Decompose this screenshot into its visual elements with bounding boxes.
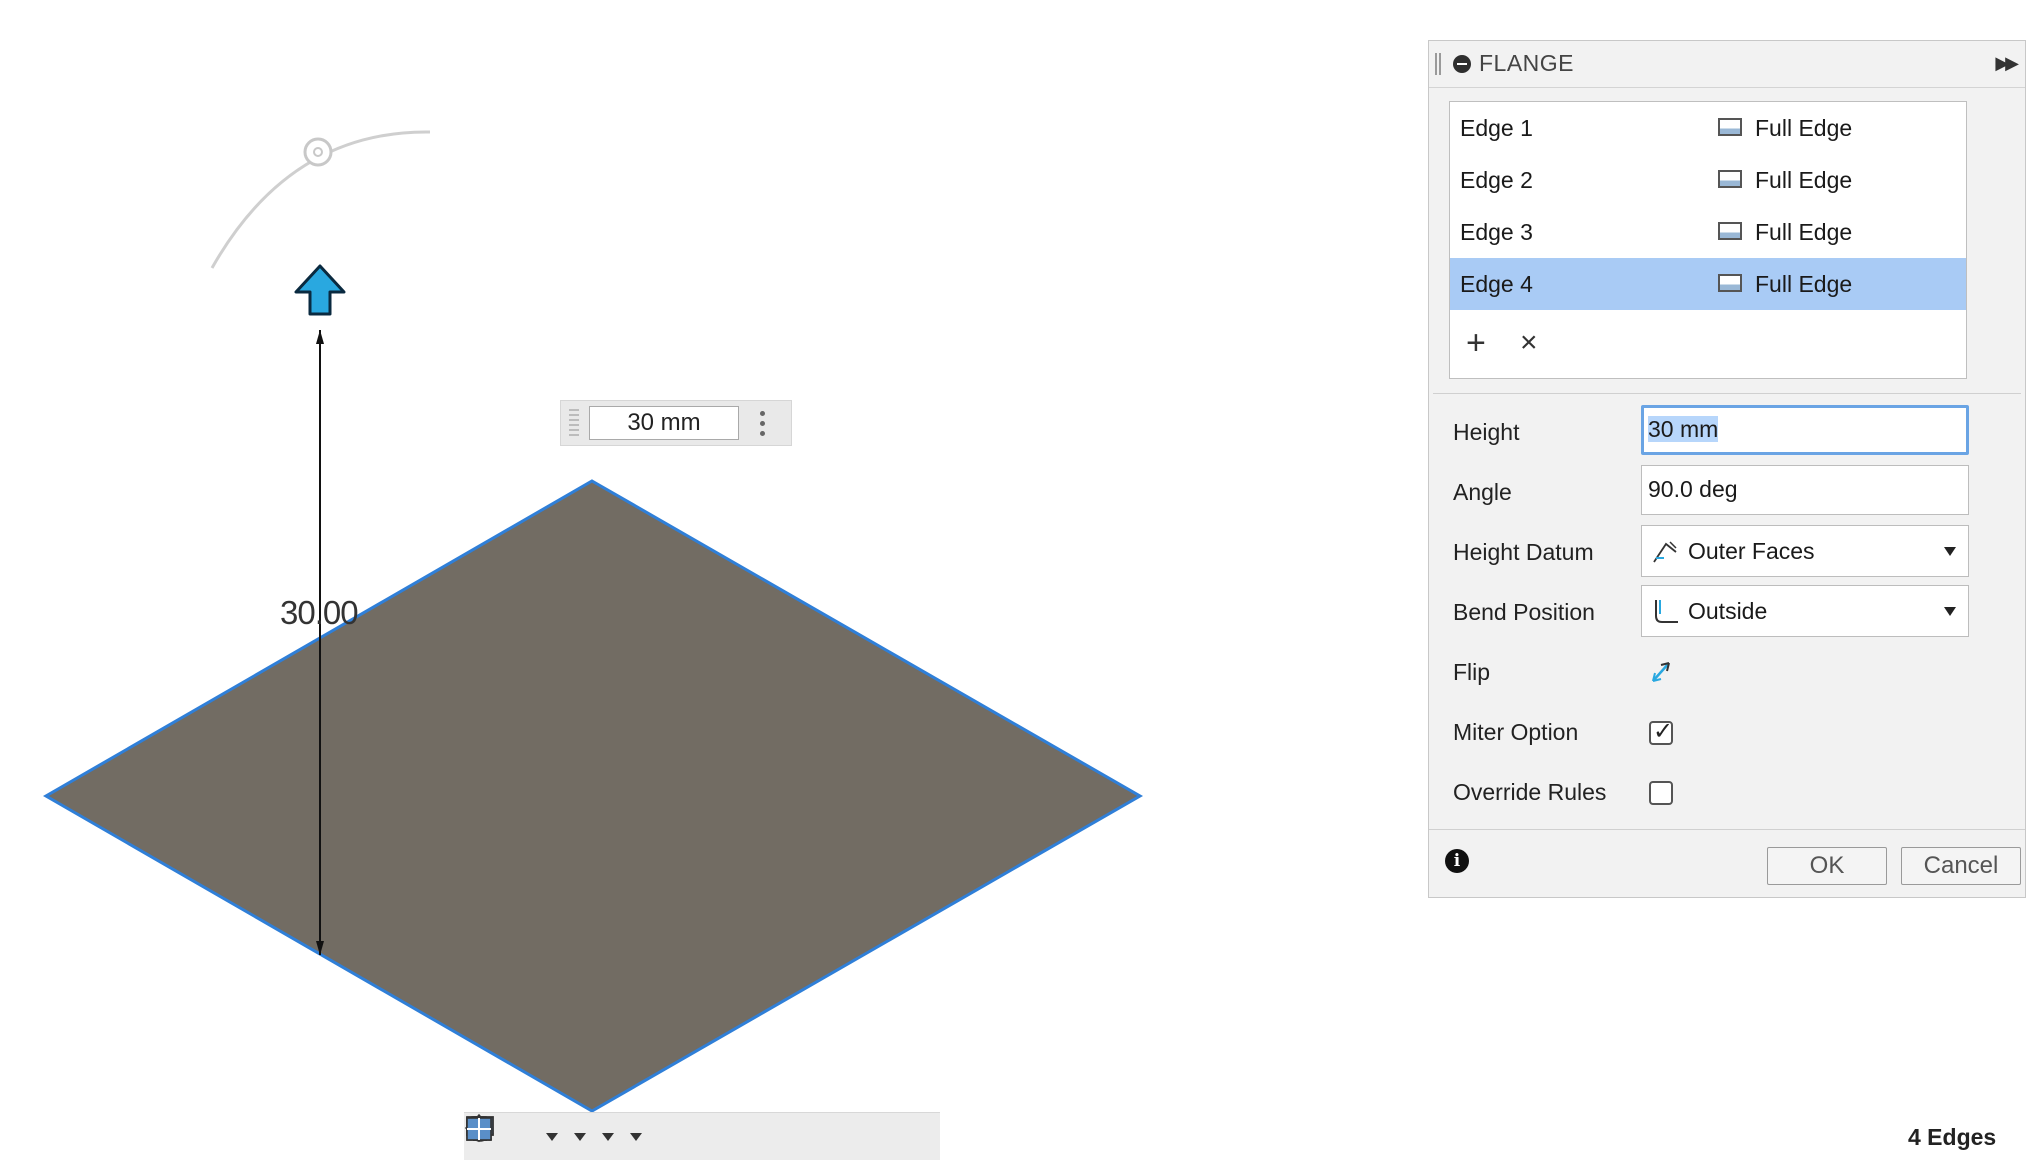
edge-type[interactable]: Full Edge bbox=[1755, 219, 1852, 246]
edge-selection-list: Edge 1 Full Edge Edge 2 Full Edge Edge 3… bbox=[1449, 101, 1967, 379]
flange-dialog: FLANGE ▶▶ Edge 1 Full Edge Edge 2 Full E… bbox=[1428, 40, 2026, 898]
miter-option-checkbox[interactable] bbox=[1649, 717, 1673, 746]
full-edge-icon bbox=[1718, 170, 1742, 188]
bend-position-select[interactable]: Outside bbox=[1641, 585, 1969, 637]
edge-row-selected[interactable]: Edge 4 Full Edge bbox=[1450, 258, 1966, 310]
angle-label: Angle bbox=[1453, 479, 1512, 505]
display-settings-button[interactable] bbox=[466, 1116, 590, 1157]
height-datum-value: Outer Faces bbox=[1688, 538, 1815, 564]
bend-position-value: Outside bbox=[1688, 598, 1768, 624]
full-edge-icon bbox=[1718, 118, 1742, 136]
edge-row[interactable]: Edge 1 Full Edge bbox=[1450, 102, 1966, 154]
dimension-input[interactable]: 30 mm bbox=[589, 406, 739, 440]
height-datum-select[interactable]: Outer Faces bbox=[1641, 525, 1969, 577]
drag-grip[interactable] bbox=[569, 409, 579, 439]
angle-input[interactable]: 90.0 deg bbox=[1641, 465, 1969, 515]
look-at-button[interactable] bbox=[467, 1116, 510, 1157]
divider bbox=[1433, 393, 2021, 394]
footer-divider bbox=[1429, 829, 2025, 830]
outside-bend-icon bbox=[1655, 600, 1678, 623]
flip-label: Flip bbox=[1453, 659, 1491, 685]
edge-type[interactable]: Full Edge bbox=[1755, 271, 1852, 298]
expand-icon[interactable]: ▶▶ bbox=[1995, 53, 2019, 74]
viewports-button[interactable] bbox=[466, 1117, 646, 1157]
more-options-icon[interactable] bbox=[759, 411, 767, 437]
flip-icon[interactable] bbox=[1647, 657, 1675, 687]
height-datum-label: Height Datum bbox=[1453, 539, 1594, 565]
add-edge-button[interactable]: + bbox=[1466, 326, 1486, 360]
dialog-header[interactable]: FLANGE ▶▶ bbox=[1429, 41, 2025, 88]
edge-name: Edge 3 bbox=[1460, 219, 1533, 245]
sheet-metal-plate bbox=[42, 479, 1144, 1113]
collapse-icon[interactable] bbox=[1453, 55, 1471, 73]
navigation-toolbar bbox=[464, 1112, 940, 1160]
dimension-input-widget: 30 mm bbox=[560, 400, 792, 446]
zoom-button[interactable] bbox=[467, 1116, 534, 1157]
dialog-title: FLANGE bbox=[1479, 50, 1575, 76]
miter-option-label: Miter Option bbox=[1453, 719, 1579, 745]
height-value: 30 mm bbox=[1648, 416, 1719, 442]
dialog-drag-grip[interactable] bbox=[1435, 53, 1441, 75]
ok-button[interactable]: OK bbox=[1767, 847, 1887, 885]
override-rules-label: Override Rules bbox=[1453, 779, 1607, 805]
edge-name: Edge 4 bbox=[1460, 271, 1533, 297]
viewports-icon bbox=[466, 1117, 492, 1141]
edge-type[interactable]: Full Edge bbox=[1755, 115, 1852, 142]
edge-row[interactable]: Edge 2 Full Edge bbox=[1450, 154, 1966, 206]
bend-position-label: Bend Position bbox=[1453, 599, 1595, 625]
full-edge-icon bbox=[1718, 222, 1742, 240]
chevron-down-icon bbox=[1944, 547, 1956, 556]
edge-type[interactable]: Full Edge bbox=[1755, 167, 1852, 194]
edge-row[interactable]: Edge 3 Full Edge bbox=[1450, 206, 1966, 258]
height-manipulator-arrow bbox=[294, 264, 346, 316]
override-rules-checkbox[interactable] bbox=[1649, 781, 1673, 805]
edge-name: Edge 1 bbox=[1460, 115, 1533, 141]
full-edge-icon bbox=[1718, 274, 1742, 292]
height-input[interactable]: 30 mm bbox=[1641, 405, 1969, 455]
zoom-window-button[interactable] bbox=[467, 1116, 562, 1157]
dimension-label: 30.00 bbox=[280, 594, 359, 631]
pan-button[interactable] bbox=[467, 1115, 522, 1157]
selection-status: 4 Edges bbox=[1908, 1124, 1997, 1150]
remove-edge-button[interactable]: × bbox=[1520, 328, 1538, 358]
info-icon[interactable]: i bbox=[1445, 849, 1469, 873]
height-label: Height bbox=[1453, 419, 1520, 445]
edge-name: Edge 2 bbox=[1460, 167, 1533, 193]
outer-faces-icon bbox=[1653, 541, 1677, 563]
chevron-down-icon bbox=[1944, 607, 1956, 616]
grid-settings-button[interactable] bbox=[466, 1117, 618, 1157]
rotation-handle bbox=[303, 137, 333, 167]
cancel-button[interactable]: Cancel bbox=[1901, 847, 2021, 885]
